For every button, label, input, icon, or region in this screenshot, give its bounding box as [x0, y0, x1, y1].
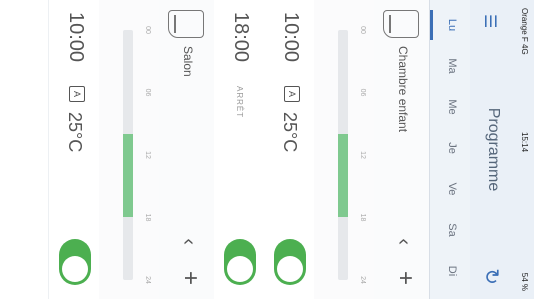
room-header: Chambre enfant ‹ + [373, 0, 429, 299]
battery-text: 54 % [520, 272, 529, 291]
add-slot-button[interactable]: + [391, 271, 419, 285]
day-tab-je[interactable]: Je [446, 131, 458, 165]
nav-bar: ☰ Programme ↻ [470, 0, 514, 299]
auto-mode-icon: A [69, 86, 85, 102]
carrier-text: Orange F 4G [520, 8, 529, 55]
toggle-knob [277, 256, 303, 282]
schedule-slot[interactable]: 10:00 A 25°C [48, 0, 99, 299]
room-name: Salon [181, 46, 195, 77]
timeline-track [338, 30, 348, 280]
day-selector: Lu Ma Me Je Ve Sa Di [429, 0, 470, 299]
timeline-track [123, 30, 133, 280]
timeline-tick-label: 12 [144, 151, 151, 159]
timeline-tick-label: 00 [359, 26, 366, 34]
chevron-left-icon[interactable]: ‹ [392, 238, 415, 245]
day-tab-ma[interactable]: Ma [446, 49, 458, 83]
slot-toggle[interactable] [59, 239, 91, 285]
active-range-bar [123, 134, 133, 218]
schedule-slot[interactable]: 18:00 ARRÊT [213, 0, 264, 299]
status-bar: Orange F 4G 15:14 54 % [514, 0, 534, 299]
add-slot-button[interactable]: + [176, 271, 204, 285]
timeline-tick-label: 06 [144, 88, 151, 97]
slot-status: ARRÊT [235, 86, 244, 119]
room-name: Chambre enfant [396, 46, 410, 133]
phone-screen: Orange F 4G 15:14 54 % ☰ Programme ↻ Lu M… [0, 0, 534, 299]
schedule-slot[interactable]: 10:00 A 25°C [263, 0, 314, 299]
room-header: Salon ‹ + [158, 0, 214, 299]
day-tab-sa[interactable]: Sa [446, 213, 458, 247]
day-tab-ve[interactable]: Ve [446, 172, 458, 206]
timeline-tick-label: 18 [144, 213, 151, 222]
page-title: Programme [485, 107, 502, 192]
auto-mode-icon: A [284, 86, 300, 102]
day-tab-lu[interactable]: Lu [446, 8, 458, 42]
toggle-knob [227, 256, 253, 282]
air-conditioner-icon [383, 10, 419, 38]
toggle-knob [62, 256, 88, 282]
schedule-timeline: 00 06 12 18 24 [313, 0, 374, 299]
schedule-timeline: 00 06 12 18 24 [98, 0, 159, 299]
slot-toggle[interactable] [224, 239, 256, 285]
selected-day-indicator [430, 10, 433, 40]
timeline-tick-label: 24 [359, 276, 366, 284]
chevron-left-icon[interactable]: ‹ [177, 238, 200, 245]
clock-text: 15:14 [520, 132, 529, 153]
air-conditioner-icon [168, 10, 204, 38]
slot-temperature: 25°C [280, 112, 300, 153]
slot-time: 10:00 [280, 12, 302, 63]
active-range-bar [338, 134, 348, 218]
day-tab-di[interactable]: Di [446, 254, 458, 288]
day-tab-me[interactable]: Me [446, 90, 458, 124]
slot-temperature: 25°C [65, 112, 85, 153]
timeline-tick-label: 24 [144, 276, 151, 284]
timeline-tick-label: 18 [359, 213, 366, 222]
timeline-tick-label: 12 [359, 151, 366, 159]
slot-time: 18:00 [230, 12, 252, 63]
refresh-icon[interactable]: ↻ [479, 268, 504, 285]
timeline-tick-label: 00 [144, 26, 151, 34]
timeline-tick-label: 06 [359, 88, 366, 97]
slot-time: 10:00 [65, 12, 87, 63]
slot-toggle[interactable] [274, 239, 306, 285]
screen: Orange F 4G 15:14 54 % ☰ Programme ↻ Lu M… [0, 0, 534, 299]
